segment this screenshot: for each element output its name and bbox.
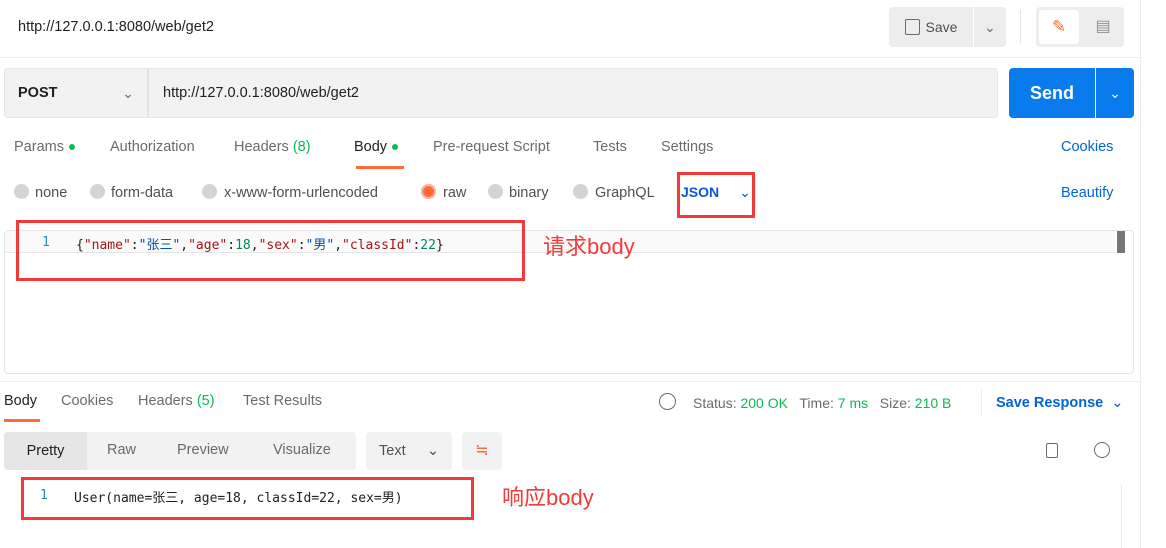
save-response-button[interactable]: Save Response ⌄ — [996, 395, 1123, 411]
time-value: 7 ms — [837, 395, 869, 411]
chevron-down-icon: ⌄ — [1111, 395, 1124, 411]
status-value: 200 OK — [740, 395, 788, 411]
comment-icon[interactable]: ▤ — [1088, 10, 1118, 44]
radio-form-data[interactable] — [90, 184, 105, 199]
method-label: POST — [18, 85, 58, 101]
save-icon — [904, 19, 920, 35]
view-mode-visualize[interactable]: Visualize — [273, 442, 331, 458]
radio-graphql-label: GraphQL — [595, 185, 655, 201]
headers-count: (8) — [292, 139, 311, 155]
save-dropdown-button[interactable]: ⌄ — [974, 7, 1006, 47]
view-mode-raw[interactable]: Raw — [107, 442, 136, 458]
edit-pencil-icon[interactable]: ✎ — [1039, 10, 1079, 44]
globe-icon[interactable] — [659, 393, 676, 410]
radio-none-label: none — [35, 185, 68, 201]
response-meta: Status: 200 OK Time: 7 ms Size: 210 B — [693, 395, 952, 411]
radio-raw-label: raw — [443, 185, 467, 201]
tab-params[interactable]: Params — [14, 139, 75, 155]
request-annotation: 请求body — [543, 234, 635, 259]
radio-urlencoded-label: x-www-form-urlencoded — [224, 185, 378, 201]
wrap-lines-icon[interactable]: ≒ — [462, 432, 502, 470]
response-tab-body[interactable]: Body — [4, 393, 37, 409]
headers-count: (5) — [196, 393, 215, 409]
save-button[interactable]: Save — [889, 7, 973, 47]
send-dropdown-button[interactable]: ⌄ — [1096, 68, 1134, 118]
tab-tests[interactable]: Tests — [593, 139, 627, 155]
response-tab-test-results[interactable]: Test Results — [243, 393, 322, 409]
view-mode-preview[interactable]: Preview — [177, 442, 229, 458]
active-tab-underline — [356, 166, 404, 169]
response-format-select[interactable]: Text ⌄ — [366, 432, 452, 470]
params-indicator-dot — [68, 144, 75, 151]
response-tab-headers[interactable]: Headers (5) — [138, 393, 215, 409]
radio-urlencoded[interactable] — [202, 184, 217, 199]
radio-binary[interactable] — [488, 184, 503, 199]
radio-raw[interactable] — [421, 184, 436, 199]
tab-authorization[interactable]: Authorization — [110, 139, 195, 155]
tab-settings[interactable]: Settings — [661, 139, 713, 155]
radio-none[interactable] — [14, 184, 29, 199]
radio-binary-label: binary — [509, 185, 549, 201]
divider — [1020, 10, 1021, 44]
view-mode-pretty[interactable]: Pretty — [4, 432, 87, 470]
cookies-link[interactable]: Cookies — [1061, 139, 1113, 155]
chevron-down-icon: ⌄ — [426, 443, 439, 459]
response-tab-cookies[interactable]: Cookies — [61, 393, 113, 409]
beautify-link[interactable]: Beautify — [1061, 185, 1113, 201]
request-highlight-box — [16, 220, 525, 281]
request-title: http://127.0.0.1:8080/web/get2 — [18, 19, 214, 35]
send-button[interactable]: Send — [1009, 68, 1095, 118]
tab-pre-request-script[interactable]: Pre-request Script — [433, 139, 550, 155]
radio-form-data-label: form-data — [111, 185, 174, 201]
copy-icon[interactable] — [1046, 443, 1058, 458]
url-text: http://127.0.0.1:8080/web/get2 — [163, 85, 359, 101]
view-mode-group: Pretty Raw Preview Visualize — [4, 432, 356, 470]
scrollbar[interactable] — [1117, 231, 1125, 253]
format-highlight-box — [677, 172, 755, 218]
chevron-down-icon: ⌄ — [122, 84, 134, 101]
tab-body[interactable]: Body — [354, 139, 399, 155]
method-select[interactable]: POST ⌄ — [4, 68, 148, 118]
url-input[interactable]: http://127.0.0.1:8080/web/get2 — [148, 68, 998, 118]
response-highlight-box — [21, 477, 474, 520]
save-label: Save — [925, 19, 958, 35]
active-tab-underline — [4, 419, 40, 422]
tab-headers[interactable]: Headers (8) — [234, 139, 311, 155]
response-annotation: 响应body — [502, 485, 594, 510]
radio-graphql[interactable] — [573, 184, 588, 199]
body-indicator-dot — [392, 144, 399, 151]
search-icon[interactable] — [1094, 442, 1110, 458]
size-value: 210 B — [914, 395, 952, 411]
view-toggle: ✎ ▤ — [1036, 7, 1124, 47]
